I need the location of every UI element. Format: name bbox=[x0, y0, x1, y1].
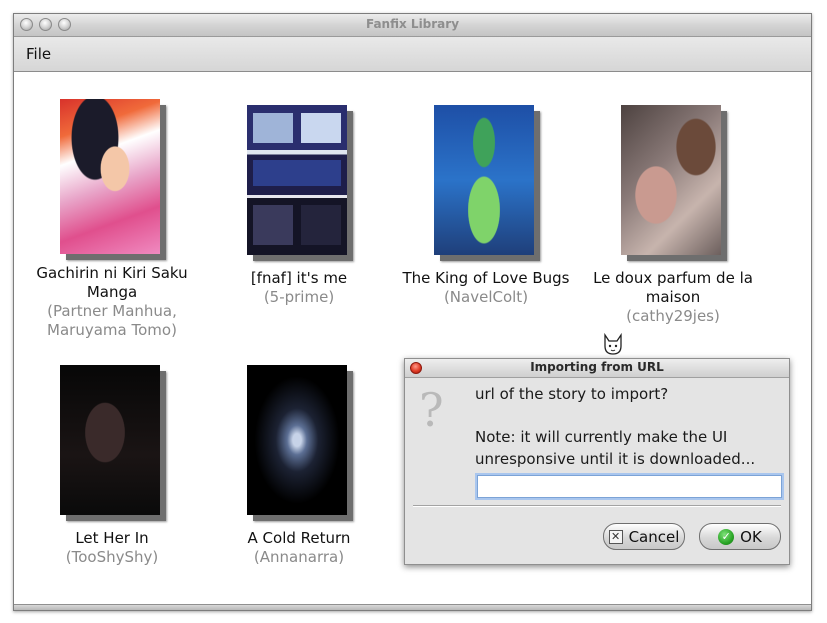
url-input[interactable] bbox=[477, 475, 782, 498]
book-author: (NavelColt) bbox=[443, 288, 529, 306]
book-cover[interactable] bbox=[60, 99, 160, 254]
cat-cursor-icon bbox=[604, 332, 622, 355]
dialog-note-line-2: unresponsive until it is downloaded... bbox=[475, 450, 756, 468]
dialog-note-line-1: Note: it will currently make the UI bbox=[475, 428, 728, 446]
title-bar[interactable]: Fanfix Library bbox=[14, 14, 811, 37]
book-author: (cathy29jes) bbox=[626, 307, 720, 325]
book-title: A Cold Return bbox=[247, 529, 351, 547]
window-title: Fanfix Library bbox=[365, 17, 460, 31]
dialog-prompt: url of the story to import? bbox=[475, 385, 669, 403]
question-icon: ? bbox=[419, 383, 444, 437]
book-title: Let Her In bbox=[75, 529, 149, 547]
menu-bar: File bbox=[14, 37, 811, 72]
book-author: (Annanarra) bbox=[253, 548, 345, 566]
book-cover[interactable] bbox=[434, 105, 534, 255]
check-icon: ✓ bbox=[718, 528, 735, 545]
dialog-title: Importing from URL bbox=[530, 360, 664, 374]
book-author: (Partner Manhua, Maruyama Tomo) bbox=[47, 302, 177, 339]
menu-file[interactable]: File bbox=[26, 45, 51, 63]
book-title: Gachirin ni Kiri Saku Manga bbox=[36, 264, 188, 301]
book-author: (5-prime) bbox=[263, 288, 335, 306]
ok-label: OK bbox=[740, 527, 762, 546]
book-cover[interactable] bbox=[247, 105, 347, 255]
book-cover[interactable] bbox=[60, 365, 160, 515]
import-url-dialog: Importing from URL ? url of the story to… bbox=[404, 358, 790, 565]
dialog-separator bbox=[413, 505, 781, 507]
book-title: Le doux parfum de la maison bbox=[593, 269, 753, 306]
book-cover[interactable] bbox=[621, 105, 721, 255]
book-title: The King of Love Bugs bbox=[402, 269, 570, 287]
book-cover[interactable] bbox=[247, 365, 347, 515]
cancel-button[interactable]: ✕ Cancel bbox=[603, 523, 685, 550]
window-bottom-edge bbox=[14, 604, 811, 610]
book-author: (TooShyShy) bbox=[65, 548, 159, 566]
cancel-x-icon: ✕ bbox=[608, 529, 623, 544]
ok-button[interactable]: ✓ OK bbox=[699, 523, 781, 550]
cancel-label: Cancel bbox=[628, 527, 680, 546]
book-title: [fnaf] it's me bbox=[250, 269, 348, 287]
dialog-title-bar[interactable]: Importing from URL bbox=[405, 359, 789, 378]
